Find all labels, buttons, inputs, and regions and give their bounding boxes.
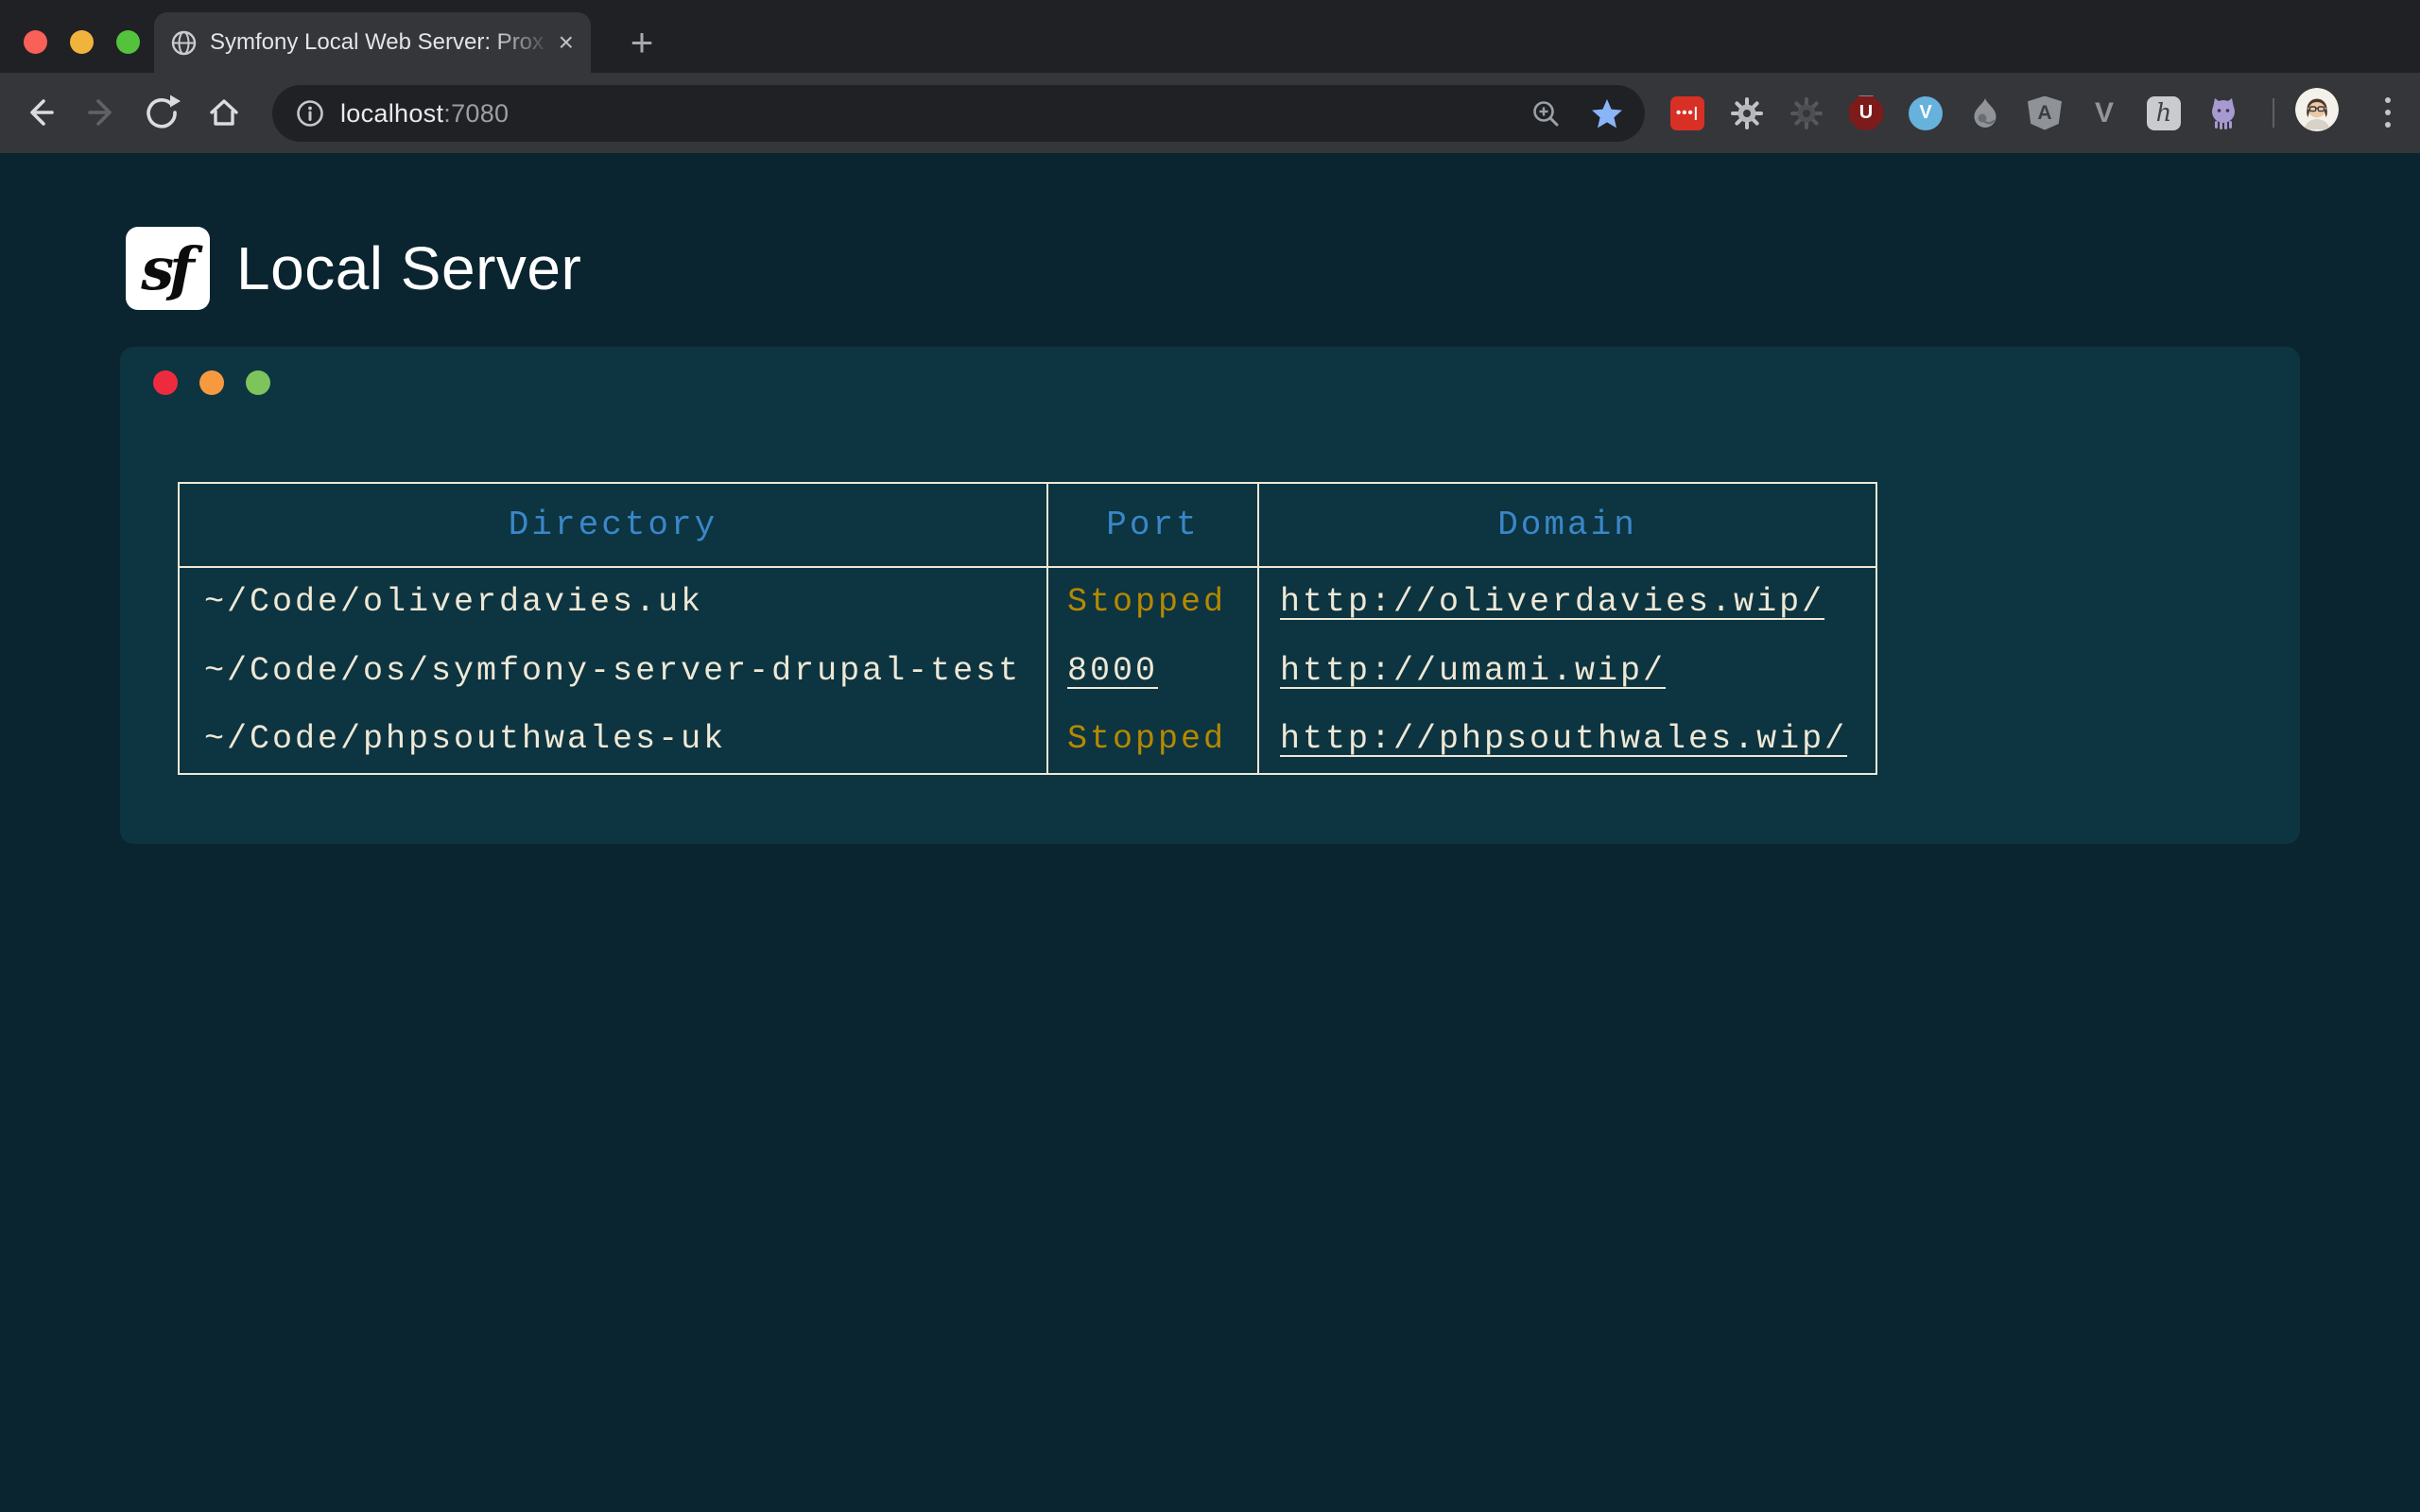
symfony-logo: sf <box>126 227 210 310</box>
tab-close-icon[interactable]: × <box>559 29 574 56</box>
port-status: Stopped <box>1067 720 1226 758</box>
globe-icon <box>171 30 197 56</box>
browser-toolbar: localhost:7080 •••| <box>0 73 2420 153</box>
servers-table: Directory Port Domain ~/Code/oliverdavie… <box>178 482 1877 775</box>
drupal-extension-icon[interactable] <box>1968 96 2002 130</box>
server-card: Directory Port Domain ~/Code/oliverdavie… <box>120 347 2300 844</box>
url-port: :7080 <box>443 99 509 128</box>
orange-dot-icon <box>199 370 224 395</box>
vimium-extension-icon[interactable]: V <box>1909 96 1943 130</box>
directory-cell: ~/Code/phpsouthwales-uk <box>179 705 1047 774</box>
column-header-port: Port <box>1047 483 1258 567</box>
vue-devtools-extension-icon[interactable]: V <box>2087 96 2121 130</box>
home-icon <box>199 87 250 138</box>
table-row: ~/Code/oliverdavies.uk Stopped http://ol… <box>179 567 1876 636</box>
page-content: sf Local Server Directory Port Domain ~/… <box>0 153 2420 1512</box>
page-title: Local Server <box>236 233 581 303</box>
domain-link[interactable]: http://oliverdavies.wip/ <box>1280 583 1824 621</box>
extensions-row: •••| <box>1670 73 2240 153</box>
domain-link[interactable]: http://umami.wip/ <box>1280 652 1666 690</box>
profile-avatar[interactable] <box>2295 88 2339 131</box>
port-status: Stopped <box>1067 583 1226 621</box>
site-info-icon[interactable] <box>295 98 325 129</box>
new-tab-button[interactable]: + <box>619 20 665 65</box>
table-row: ~/Code/os/symfony-server-drupal-test 800… <box>179 636 1876 705</box>
window-close-button[interactable] <box>24 30 47 54</box>
forward-icon <box>77 87 128 138</box>
tab-title: Symfony Local Web Server: Prox <box>210 29 553 56</box>
ublock-origin-extension-icon[interactable]: U <box>1849 96 1883 130</box>
browser-tab[interactable]: Symfony Local Web Server: Prox × <box>154 12 591 73</box>
back-icon <box>14 87 65 138</box>
terminal-dots <box>153 370 270 395</box>
url-host: localhost <box>340 99 443 128</box>
angular-extension-icon[interactable]: A <box>2028 96 2062 130</box>
domain-link[interactable]: http://phpsouthwales.wip/ <box>1280 720 1847 758</box>
reload-button[interactable] <box>136 87 187 138</box>
green-dot-icon <box>246 370 270 395</box>
directory-cell: ~/Code/oliverdavies.uk <box>179 567 1047 636</box>
url-text[interactable]: localhost:7080 <box>340 99 509 129</box>
tab-strip: Symfony Local Web Server: Prox × + <box>0 0 2420 73</box>
symfony-logo-glyph: sf <box>141 234 195 303</box>
site-header: sf Local Server <box>126 227 581 310</box>
bookmark-star-icon[interactable] <box>1590 96 1624 130</box>
forward-button[interactable] <box>77 87 128 138</box>
honey-extension-icon[interactable]: h <box>2147 96 2181 130</box>
reload-icon <box>136 87 187 138</box>
github-octocat-extension-icon[interactable] <box>2206 96 2240 130</box>
toolbar-separator <box>2273 98 2274 128</box>
port-link[interactable]: 8000 <box>1067 652 1158 690</box>
browser-menu-button[interactable] <box>2367 87 2409 138</box>
back-button[interactable] <box>14 87 65 138</box>
zoom-icon[interactable] <box>1530 97 1562 129</box>
window-controls <box>24 30 140 54</box>
lastpass-extension-icon[interactable]: •••| <box>1670 96 1704 130</box>
gear-light-extension-icon[interactable] <box>1730 96 1764 130</box>
window-maximize-button[interactable] <box>116 30 140 54</box>
directory-cell: ~/Code/os/symfony-server-drupal-test <box>179 636 1047 705</box>
column-header-directory: Directory <box>179 483 1047 567</box>
red-dot-icon <box>153 370 178 395</box>
table-row: ~/Code/phpsouthwales-uk Stopped http://p… <box>179 705 1876 774</box>
gear-dark-extension-icon[interactable] <box>1789 96 1824 130</box>
table-header-row: Directory Port Domain <box>179 483 1876 567</box>
address-bar[interactable]: localhost:7080 <box>272 85 1645 142</box>
window-minimize-button[interactable] <box>70 30 94 54</box>
column-header-domain: Domain <box>1258 483 1876 567</box>
home-button[interactable] <box>199 87 250 138</box>
